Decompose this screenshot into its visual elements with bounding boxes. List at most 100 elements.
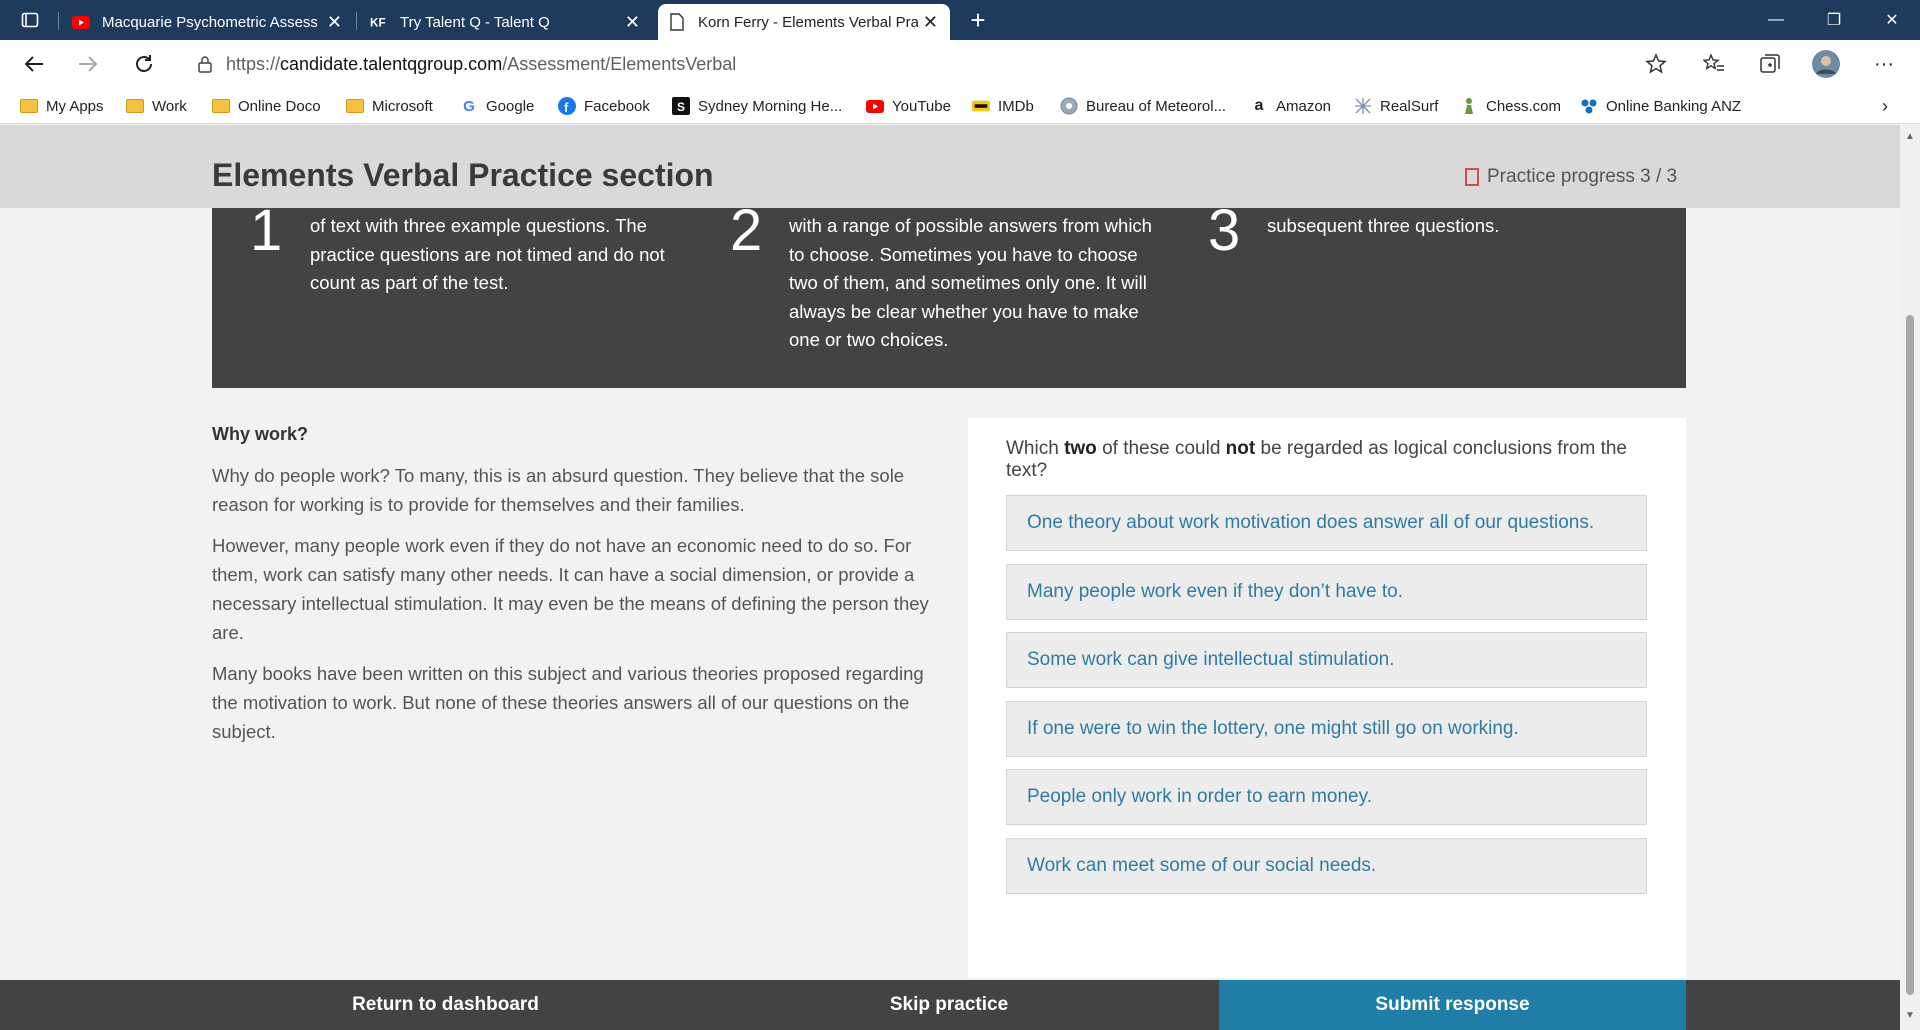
reading-passage: Why work? Why do people work? To many, t…: [212, 420, 937, 758]
url-path: /Assessment/ElementsVerbal: [502, 53, 737, 74]
progress-label: Practice progress 3 / 3: [1487, 166, 1678, 187]
folder-icon: [212, 98, 230, 114]
section-header: Elements Verbal Practice section Practic…: [0, 125, 1900, 208]
close-window-button[interactable]: ✕: [1864, 0, 1920, 40]
tab-kornferry[interactable]: Korn Ferry - Elements Verbal Pra ✕: [658, 4, 950, 40]
bookmark-label: Work: [152, 97, 187, 115]
bookmark-label: YouTube: [892, 97, 951, 115]
page-content: Elements Verbal Practice section Practic…: [0, 125, 1900, 1030]
bom-icon: [1060, 97, 1078, 115]
step-number: 1: [250, 198, 283, 263]
favorites-icon[interactable]: [1698, 48, 1730, 80]
bookmark-anz[interactable]: Online Banking ANZ: [1580, 95, 1741, 117]
close-icon[interactable]: ✕: [327, 12, 342, 33]
skip-practice-button[interactable]: Skip practice: [718, 980, 1180, 1030]
bookmark-microsoft[interactable]: Microsoft: [346, 95, 433, 117]
answer-option[interactable]: Many people work even if they don’t have…: [1006, 564, 1647, 620]
avatar[interactable]: [1810, 48, 1842, 80]
step-text: of text with three example questions. Th…: [310, 215, 665, 293]
bookmark-label: Microsoft: [372, 97, 433, 115]
youtube-icon: [72, 13, 90, 31]
bookmark-online-doco[interactable]: Online Doco: [212, 95, 321, 117]
facebook-icon: f: [558, 97, 576, 115]
bookmark-my-apps[interactable]: My Apps: [20, 95, 104, 117]
passage-paragraph: Many books have been written on this sub…: [212, 663, 924, 742]
return-to-dashboard-button[interactable]: Return to dashboard: [212, 980, 679, 1030]
bookmark-label: Google: [486, 97, 535, 115]
collections-icon[interactable]: [1754, 48, 1786, 80]
youtube-icon: [866, 98, 884, 114]
passage-paragraph: However, many people work even if they d…: [212, 535, 929, 643]
more-icon[interactable]: ···: [1868, 48, 1900, 80]
bookmark-label: Chess.com: [1486, 97, 1562, 115]
svg-text:S: S: [677, 100, 685, 114]
folder-icon: [20, 98, 38, 114]
scrollbar-thumb[interactable]: [1906, 315, 1914, 995]
address-bar: https://candidate.talentqgroup.com/Asses…: [0, 40, 1920, 88]
anz-icon: [1580, 98, 1598, 114]
submit-response-button[interactable]: Submit response: [1219, 980, 1686, 1030]
imdb-icon: [972, 98, 990, 114]
talentq-icon: KF: [370, 13, 388, 31]
minimize-button[interactable]: —: [1748, 0, 1804, 40]
bookmark-bom[interactable]: Bureau of Meteorol...: [1060, 95, 1226, 117]
answer-option[interactable]: If one were to win the lottery, one migh…: [1006, 701, 1647, 757]
step-number: 2: [730, 198, 763, 263]
tab-title: Macquarie Psychometric Assessm: [102, 13, 317, 31]
folder-icon: [126, 98, 144, 114]
forward-icon[interactable]: [72, 48, 104, 80]
footer-bar: Return to dashboard Skip practice Submit…: [0, 980, 1900, 1030]
bookmark-label: Online Banking ANZ: [1606, 97, 1742, 115]
bookmark-label: IMDb: [998, 97, 1034, 115]
bookmark-label: RealSurf: [1380, 97, 1439, 115]
back-icon[interactable]: [18, 48, 50, 80]
bookmark-label: Facebook: [584, 97, 650, 115]
answer-option[interactable]: Some work can give intellectual stimulat…: [1006, 632, 1647, 688]
chevron-right-icon[interactable]: ›: [1882, 95, 1888, 117]
bookmark-imdb[interactable]: IMDb: [972, 95, 1034, 117]
bookmark-facebook[interactable]: f Facebook: [558, 95, 650, 117]
tab-actions-icon[interactable]: [14, 4, 46, 36]
bookmark-amazon[interactable]: a Amazon: [1250, 95, 1331, 117]
close-icon[interactable]: ✕: [923, 12, 938, 33]
page-title: Elements Verbal Practice section: [212, 157, 714, 193]
progress-icon: [1465, 168, 1479, 186]
bookmark-smh[interactable]: S Sydney Morning He...: [672, 95, 842, 117]
realsurf-icon: [1354, 98, 1372, 114]
bookmark-label: Sydney Morning He...: [698, 97, 843, 115]
tab-macquarie[interactable]: Macquarie Psychometric Assessm ✕: [62, 4, 354, 40]
bookmark-label: Amazon: [1276, 97, 1332, 115]
lock-icon[interactable]: [198, 55, 212, 73]
passage-heading: Why work?: [212, 424, 309, 444]
bookmark-realsurf[interactable]: RealSurf: [1354, 95, 1438, 117]
scroll-up-icon[interactable]: ▲: [1905, 131, 1915, 142]
restore-button[interactable]: ❐: [1806, 0, 1862, 40]
bookmark-chess[interactable]: Chess.com: [1460, 95, 1561, 117]
bookmark-label: Online Doco: [238, 97, 321, 115]
practice-progress: Practice progress 3 / 3: [1465, 166, 1677, 188]
tab-title: Korn Ferry - Elements Verbal Pra: [698, 13, 918, 31]
bookmark-label: My Apps: [46, 97, 104, 115]
folder-icon: [346, 98, 364, 114]
answer-option[interactable]: People only work in order to earn money.: [1006, 769, 1647, 825]
bookmark-work[interactable]: Work: [126, 95, 187, 117]
vertical-scrollbar[interactable]: ▲ ▼: [1900, 125, 1920, 1030]
question-text: Which two of these could not be regarded…: [1006, 438, 1627, 481]
step-number: 3: [1208, 198, 1241, 263]
close-icon[interactable]: ✕: [625, 12, 640, 33]
url-field[interactable]: https://candidate.talentqgroup.com/Asses…: [180, 46, 1680, 82]
new-tab-button[interactable]: +: [962, 4, 994, 36]
svg-text:f: f: [564, 100, 569, 115]
tab-bar: Macquarie Psychometric Assessm ✕ KF Try …: [0, 0, 1920, 40]
bookmark-google[interactable]: G Google: [460, 95, 534, 117]
step-text: with a range of possible answers from wh…: [789, 215, 1152, 350]
add-favorite-icon[interactable]: [1640, 48, 1672, 80]
tab-talentq[interactable]: KF Try Talent Q - Talent Q ✕: [360, 4, 652, 40]
bookmark-youtube[interactable]: YouTube: [866, 95, 951, 117]
answer-option[interactable]: Work can meet some of our social needs.: [1006, 838, 1647, 894]
tab-title: Try Talent Q - Talent Q: [400, 13, 550, 31]
refresh-icon[interactable]: [128, 48, 160, 80]
step-text: subsequent three questions.: [1267, 215, 1500, 236]
scroll-down-icon[interactable]: ▼: [1905, 1010, 1915, 1021]
answer-option[interactable]: One theory about work motivation does an…: [1006, 495, 1647, 551]
